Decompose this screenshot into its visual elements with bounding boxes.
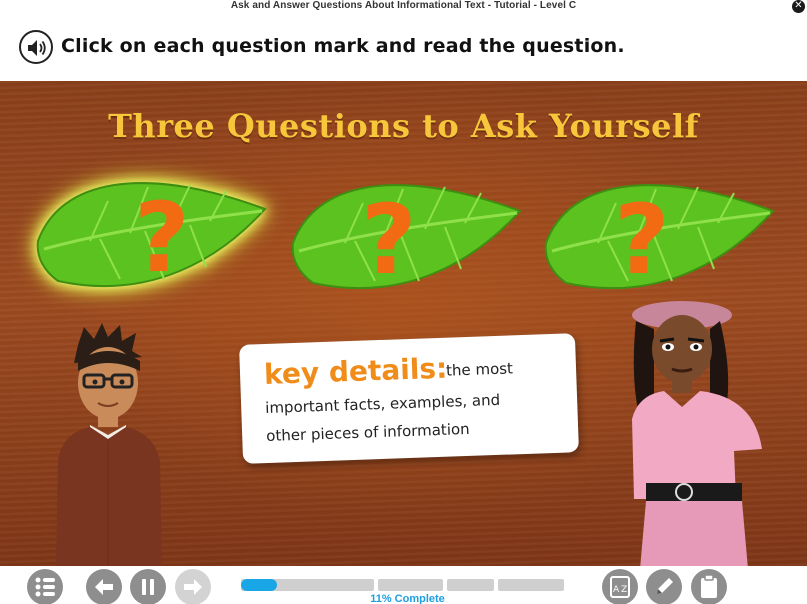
progress-label: 11% Complete [370,593,445,604]
pencil-icon [657,578,673,594]
progress-segment-3 [447,579,494,591]
back-button[interactable] [86,569,122,604]
clipboard-icon [701,574,717,598]
question-leaf-3[interactable]: ? [538,163,776,303]
notes-button[interactable] [646,569,682,604]
forward-button[interactable] [175,569,211,604]
question-mark-2: ? [361,184,417,296]
progress-segment-1 [241,579,374,591]
instruction-bar: Click on each question mark and read the… [0,13,807,81]
lesson-stage: Three Questions to Ask Yourself ? ? ? ke… [0,81,807,566]
clipboard-button[interactable] [691,569,727,604]
glossary-az-icon: A Z [610,576,630,598]
audio-button[interactable] [19,30,53,64]
definition-text-line-2: important facts, examples, and [264,390,501,418]
girl-character [624,299,774,566]
close-icon: ✕ [794,0,803,11]
arrow-left-icon [95,579,113,595]
definition-card: key details: the most important facts, e… [239,333,579,464]
player-controls: 11% Complete A Z [0,566,807,604]
progress-segment-2 [378,579,443,591]
question-leaf-2[interactable]: ? [285,163,523,303]
glossary-button[interactable]: A Z [602,569,638,604]
question-mark-1: ? [134,182,190,294]
term-label: key details: [263,351,448,392]
question-mark-3: ? [614,184,670,296]
definition-text-line-3: other pieces of information [265,419,470,446]
arrow-right-icon [184,579,202,595]
svg-text:A: A [613,585,620,595]
progress-segment-4 [498,579,564,591]
svg-text:Z: Z [621,585,627,595]
question-leaf-1[interactable]: ? [30,161,268,301]
boy-character [44,321,174,566]
menu-button[interactable] [27,569,63,604]
pause-icon [142,579,154,595]
stage-title: Three Questions to Ask Yourself [108,107,699,145]
close-button[interactable]: ✕ [792,0,805,13]
speaker-icon [28,40,46,56]
window-titlebar: Ask and Answer Questions About Informati… [0,0,807,13]
definition-text-line-1: the most [445,359,514,380]
list-icon [35,577,55,597]
window-title: Ask and Answer Questions About Informati… [230,0,577,11]
pause-button[interactable] [130,569,166,604]
instruction-text: Click on each question mark and read the… [61,35,625,57]
progress-fill [241,579,277,591]
